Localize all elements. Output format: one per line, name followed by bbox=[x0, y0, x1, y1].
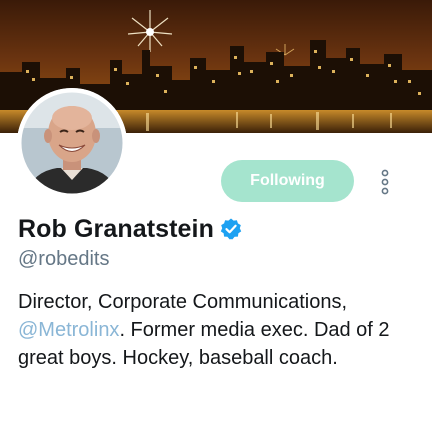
avatar-image bbox=[17, 88, 127, 198]
profile-bio: Director, Corporate Communications, @Metr… bbox=[18, 288, 418, 372]
bio-text-line-3: great boys. Hockey, baseball coach. bbox=[18, 347, 338, 369]
bio-text-line-1: Director, Corporate Communications, bbox=[18, 291, 348, 313]
profile-name-row: Rob Granatstein bbox=[18, 212, 243, 246]
verified-badge-icon bbox=[219, 217, 243, 241]
profile-handle: @robedits bbox=[18, 248, 110, 270]
profile-display-name: Rob Granatstein bbox=[18, 214, 214, 243]
following-button[interactable]: Following bbox=[221, 160, 354, 202]
bio-mention-link[interactable]: @Metrolinx bbox=[18, 319, 119, 341]
profile-avatar[interactable] bbox=[17, 88, 127, 198]
more-vertical-icon bbox=[381, 169, 389, 195]
more-options-button[interactable] bbox=[376, 168, 394, 196]
bio-text-line-2: . Former media exec. Dad of 2 bbox=[119, 319, 390, 341]
